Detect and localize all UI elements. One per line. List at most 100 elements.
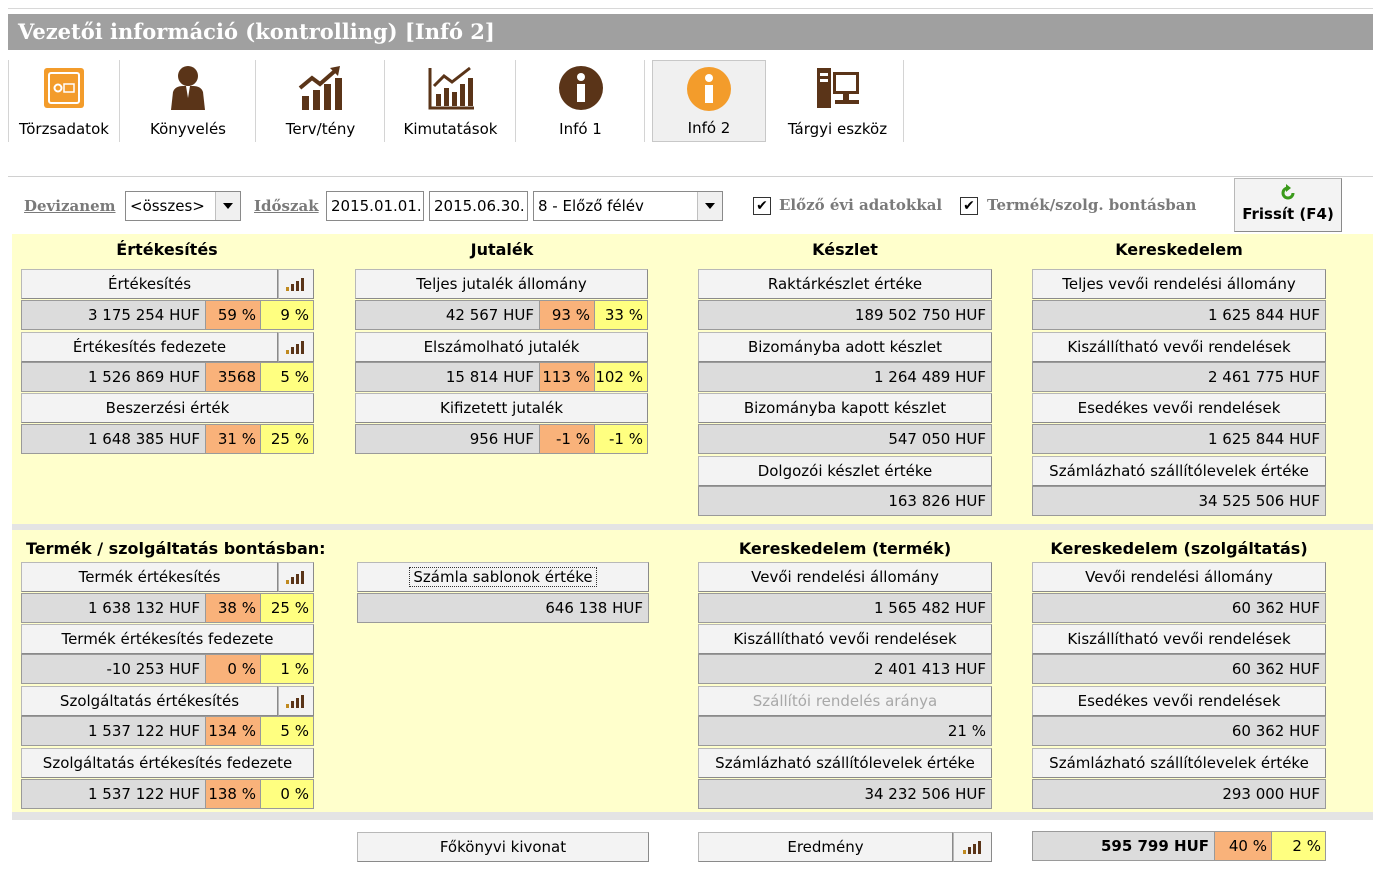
percent-field: 0 % — [205, 654, 261, 684]
value-field: 189 502 750 HUF — [698, 300, 992, 330]
info-icon — [687, 67, 731, 111]
value-field: 163 826 HUF — [698, 486, 992, 516]
bar-chart-icon — [286, 695, 304, 708]
ertekesites-button[interactable]: Értékesítés — [21, 269, 278, 299]
szolgaltatas-fedezete-button[interactable]: Szolgáltatás értékesítés fedezete — [21, 748, 314, 778]
toolbar-konyveles[interactable]: Könyvelés — [121, 60, 256, 142]
esedekes-vevoi-button[interactable]: Esedékes vevői rendelések — [1032, 393, 1326, 423]
refresh-button[interactable]: Frissít (F4) — [1234, 178, 1342, 232]
termek-ertekesites-button[interactable]: Termék értékesítés — [21, 562, 278, 592]
toolbar-label: Tárgyi eszköz — [787, 120, 888, 138]
info-icon — [558, 66, 603, 110]
safe-icon — [44, 68, 84, 108]
termek-fedezete-button[interactable]: Termék értékesítés fedezete — [21, 624, 314, 654]
kiszallithato-vevoi-button[interactable]: Kiszállítható vevői rendelések — [1032, 332, 1326, 362]
kiszallithato-vevoi-button[interactable]: Kiszállítható vevői rendelések — [1032, 624, 1326, 654]
szamlazhato-szallitolevelek-button[interactable]: Számlázható szállítólevelek értéke — [1032, 748, 1326, 778]
value-field: 1 537 122 HUF — [21, 779, 206, 809]
vevoi-rendelesi-allomany-button[interactable]: Vevői rendelési állomány — [698, 562, 992, 592]
value-field: 1 625 844 HUF — [1032, 300, 1326, 330]
percent-field: -1 % — [539, 424, 595, 454]
section-title: Kereskedelem — [1115, 240, 1243, 259]
szamlazhato-szallitolevelek-button[interactable]: Számlázható szállítólevelek értéke — [1032, 456, 1326, 486]
chart-icon-button[interactable] — [278, 332, 314, 362]
prev-year-checkbox[interactable]: ✔ — [753, 197, 771, 215]
ertekesites-fedezete-button[interactable]: Értékesítés fedezete — [21, 332, 278, 362]
chart-icon-button[interactable] — [278, 269, 314, 299]
percent-field: 38 % — [205, 593, 261, 623]
value-field: 547 050 HUF — [698, 424, 992, 454]
person-icon — [171, 66, 205, 110]
teljes-jutalek-button[interactable]: Teljes jutalék állomány — [355, 269, 648, 299]
value-field: 2 461 775 HUF — [1032, 362, 1326, 392]
product-split-checkbox[interactable]: ✔ — [960, 197, 978, 215]
bar-chart-icon — [286, 278, 304, 291]
toolbar-kimutatasok[interactable]: Kimutatások — [386, 60, 516, 142]
value-field: 1 638 132 HUF — [21, 593, 206, 623]
percent-field: 102 % — [594, 362, 648, 392]
value-field: 34 232 506 HUF — [698, 779, 992, 809]
percent-field: 5 % — [260, 362, 314, 392]
szamla-sablonok-button[interactable]: Számla sablonok értéke — [357, 562, 649, 592]
computer-icon — [816, 68, 859, 108]
raktarkeszlet-button[interactable]: Raktárkészlet értéke — [698, 269, 992, 299]
section-title: Kereskedelem (termék) — [738, 539, 952, 558]
chart-icon-button[interactable] — [953, 832, 992, 862]
vevoi-rendelesi-allomany-button[interactable]: Vevői rendelési állomány — [1032, 562, 1326, 592]
bar-chart-icon — [962, 841, 981, 854]
toolbar-targyi-eszkoz[interactable]: Tárgyi eszköz — [772, 60, 904, 142]
value-field: 1 537 122 HUF — [21, 716, 206, 746]
percent-field: 33 % — [594, 300, 648, 330]
percent-field: 25 % — [260, 593, 314, 623]
toolbar-info2[interactable]: Infó 2 — [652, 60, 766, 142]
window-title: Vezetői információ (kontrolling) [Infó 2… — [8, 14, 1373, 50]
bizomanyba-adott-button[interactable]: Bizományba adott készlet — [698, 332, 992, 362]
percent-field: 138 % — [205, 779, 261, 809]
beszerzesi-ertek-button[interactable]: Beszerzési érték — [21, 393, 314, 423]
szallitoi-rendeles-aranya-button: Szállítói rendelés aránya — [698, 686, 992, 716]
period-select[interactable]: 8 - Előző félév — [533, 191, 723, 221]
section-title: Készlet — [812, 240, 878, 259]
devizanem-select[interactable]: <összes> — [125, 191, 241, 221]
section-title: Kereskedelem (szolgáltatás) — [1050, 539, 1308, 558]
percent-field: 59 % — [205, 300, 261, 330]
toolbar-torzsadatok[interactable]: Törzsadatok — [8, 60, 120, 142]
percent-field: 0 % — [260, 779, 314, 809]
chart-icon-button[interactable] — [278, 686, 314, 716]
toolbar-label: Infó 1 — [559, 120, 602, 138]
eredmeny-button[interactable]: Eredmény — [698, 832, 953, 862]
bar-chart-icon — [286, 571, 304, 584]
value-field: 956 HUF — [355, 424, 540, 454]
fokonyvi-kivonat-button[interactable]: Főkönyvi kivonat — [357, 832, 649, 862]
result-percent: 40 % — [1214, 831, 1272, 861]
teljes-vevoi-rendelesi-button[interactable]: Teljes vevői rendelési állomány — [1032, 269, 1326, 299]
chart-icon-button[interactable] — [278, 562, 314, 592]
percent-field: 5 % — [260, 716, 314, 746]
percent-field: -1 % — [594, 424, 648, 454]
value-field: 1 625 844 HUF — [1032, 424, 1326, 454]
dolgozoi-keszlet-button[interactable]: Dolgozói készlet értéke — [698, 456, 992, 486]
toolbar-label: Terv/tény — [285, 120, 356, 138]
percent-field: 3568 — [205, 362, 261, 392]
szamlazhato-szallitolevelek-button[interactable]: Számlázható szállítólevelek értéke — [698, 748, 992, 778]
product-split-label: Termék/szolg. bontásban — [987, 196, 1197, 214]
date-to-input[interactable]: 2015.06.30. — [429, 191, 528, 221]
szolgaltatas-ertekesites-button[interactable]: Szolgáltatás értékesítés — [21, 686, 278, 716]
toolbar-info1[interactable]: Infó 1 — [517, 60, 645, 142]
esedekes-vevoi-button[interactable]: Esedékes vevői rendelések — [1032, 686, 1326, 716]
date-from-input[interactable]: 2015.01.01. — [326, 191, 424, 221]
value-field: 2 401 413 HUF — [698, 654, 992, 684]
elszamolhato-jutalek-button[interactable]: Elszámolható jutalék — [355, 332, 648, 362]
section-title: Értékesítés — [116, 240, 218, 259]
value-field: 1 526 869 HUF — [21, 362, 206, 392]
kifizetett-jutalek-button[interactable]: Kifizetett jutalék — [355, 393, 648, 423]
chevron-down-icon — [215, 192, 240, 220]
value-field: 60 362 HUF — [1032, 593, 1326, 623]
percent-field: 93 % — [539, 300, 595, 330]
bizomanyba-kapott-button[interactable]: Bizományba kapott készlet — [698, 393, 992, 423]
value-field: 293 000 HUF — [1032, 779, 1326, 809]
kiszallithato-vevoi-button[interactable]: Kiszállítható vevői rendelések — [698, 624, 992, 654]
value-field: 1 648 385 HUF — [21, 424, 206, 454]
toolbar-terv-teny[interactable]: Terv/tény — [257, 60, 385, 142]
percent-field: 31 % — [205, 424, 261, 454]
